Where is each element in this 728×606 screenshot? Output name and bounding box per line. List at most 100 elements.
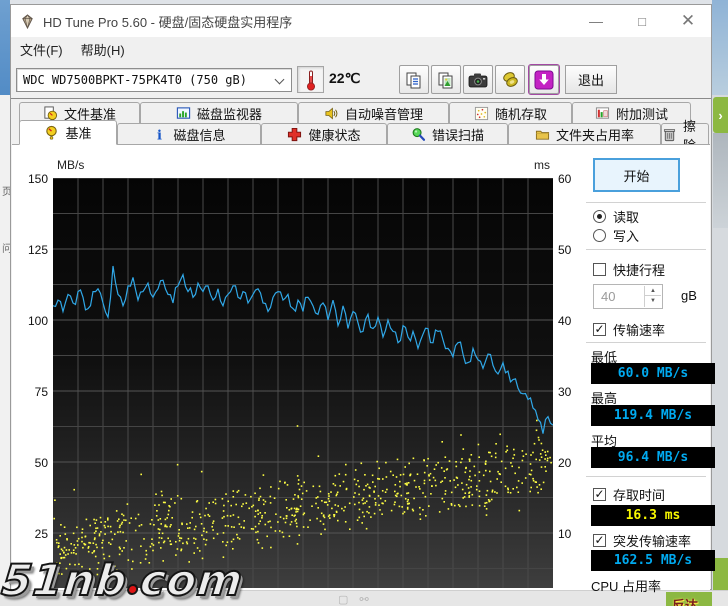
access-time-label: 存取时间 (613, 485, 665, 504)
title-bar[interactable]: HD Tune Pro 5.60 - 硬盘/固态硬盘实用程序 — □ ✕ (11, 5, 711, 37)
exit-button[interactable]: 退出 (565, 65, 617, 94)
tab-random-access[interactable]: 随机存取 (449, 102, 572, 124)
short-stroke-size-value: 40 (601, 289, 615, 304)
access-time-checkbox[interactable]: ✓ (593, 488, 606, 501)
transfer-rate-checkbox[interactable]: ✓ (593, 323, 606, 336)
read-radio[interactable] (593, 210, 606, 223)
left-tick: 125 (16, 243, 48, 257)
panel-divider (586, 202, 706, 203)
burst-rate-checkbox[interactable]: ✓ (593, 534, 606, 547)
read-radio-label: 读取 (613, 207, 639, 226)
magnifier-icon (411, 127, 426, 142)
write-radio-label: 写入 (613, 226, 639, 245)
drive-select-dropdown[interactable]: WDC WD7500BPKT-75PK4T0 (750 gB) (16, 68, 292, 92)
tab-disk-monitor[interactable]: 磁盘监视器 (140, 102, 298, 124)
benchmark-gauge-icon (44, 125, 59, 140)
burst-rate-row[interactable]: ✓ 突发传输速率 (593, 531, 691, 550)
right-tick: 30 (558, 385, 590, 399)
copy-image-icon (437, 71, 455, 89)
tab-label: 磁盘信息 (173, 125, 225, 144)
menu-file[interactable]: 文件(F) (11, 37, 72, 62)
close-button[interactable]: ✕ (665, 5, 711, 37)
watermark-text: 51nb (0, 556, 130, 606)
benchmark-chart (53, 178, 553, 588)
info-icon: i (152, 127, 167, 142)
copy-text-button[interactable] (399, 65, 429, 94)
left-tick: 100 (16, 314, 48, 328)
desktop-wallpaper-corner (712, 0, 728, 95)
toolbar: WDC WD7500BPKT-75PK4T0 (750 gB) 22℃ (11, 62, 711, 98)
read-radio-row[interactable]: 读取 (593, 207, 639, 226)
tab-label: 磁盘监视器 (197, 104, 262, 123)
chevron-right-icon: › (718, 108, 722, 123)
copy-text-icon (405, 71, 423, 89)
short-stroke-label: 快捷行程 (613, 260, 665, 279)
menu-help[interactable]: 帮助(H) (72, 37, 134, 62)
folder-icon (535, 127, 550, 142)
trash-icon (662, 127, 677, 142)
start-button[interactable]: 开始 (593, 158, 680, 192)
tab-erase[interactable]: 擦除 (661, 123, 709, 145)
short-stroke-checkbox[interactable] (593, 263, 606, 276)
short-stroke-size-spinner[interactable]: 40 ▲ ▼ (593, 284, 663, 309)
tab-label: 健康状态 (308, 125, 360, 144)
tab-label: 随机存取 (495, 104, 547, 123)
extra-tests-icon (595, 106, 610, 121)
thermometer-icon (305, 69, 317, 91)
write-radio[interactable] (593, 229, 606, 242)
save-screenshot-button[interactable] (529, 65, 559, 94)
transfer-rate-row[interactable]: ✓ 传输速率 (593, 320, 665, 339)
file-benchmark-icon (43, 106, 58, 121)
tab-extra-tests[interactable]: 附加测试 (572, 102, 691, 124)
background-slide-tab[interactable]: › (713, 97, 728, 133)
tab-disk-info[interactable]: i 磁盘信息 (117, 123, 261, 145)
background-button-text: 反达 (672, 598, 698, 606)
camera-icon (468, 72, 488, 88)
spinner-buttons[interactable]: ▲ ▼ (644, 286, 661, 307)
spinner-up-icon[interactable]: ▲ (645, 286, 661, 296)
maximize-button[interactable]: □ (619, 5, 665, 37)
tab-health[interactable]: 健康状态 (261, 123, 387, 145)
panel-divider (586, 249, 706, 250)
burst-rate-label: 突发传输速率 (613, 531, 691, 550)
chevron-down-icon (275, 75, 285, 85)
burst-rate-value: 162.5 MB/s (591, 550, 715, 571)
tab-aam[interactable]: 自动噪音管理 (298, 102, 449, 124)
options-button[interactable] (495, 65, 525, 94)
options-icon (501, 70, 520, 89)
tab-folder-usage[interactable]: 文件夹占用率 (508, 123, 661, 145)
minimize-button[interactable]: — (573, 5, 619, 37)
tab-benchmark[interactable]: 基准 (19, 120, 117, 145)
left-tick: 25 (16, 527, 48, 541)
background-gray-block (713, 133, 728, 228)
tab-label: 附加测试 (616, 104, 668, 123)
random-access-icon (474, 106, 489, 121)
tab-label: 基准 (65, 123, 91, 142)
spinner-down-icon[interactable]: ▼ (645, 296, 661, 306)
panel-divider (586, 476, 706, 477)
menu-bar: 文件(F) 帮助(H) (11, 37, 711, 62)
tab-label: 文件夹占用率 (556, 125, 634, 144)
disk-monitor-icon (176, 106, 191, 121)
left-axis-unit: MB/s (57, 158, 84, 172)
right-tick: 10 (558, 527, 590, 541)
tab-error-scan[interactable]: 错误扫描 (387, 123, 508, 145)
left-tick: 75 (16, 385, 48, 399)
short-stroke-unit: gB (681, 288, 697, 303)
short-stroke-row[interactable]: 快捷行程 (593, 260, 665, 279)
right-tick: 60 (558, 172, 590, 186)
svg-text:i: i (157, 129, 162, 142)
hdtune-window: HD Tune Pro 5.60 - 硬盘/固态硬盘实用程序 — □ ✕ 文件(… (10, 4, 712, 590)
copy-image-button[interactable] (431, 65, 461, 94)
left-tick: 50 (16, 456, 48, 470)
tab-label: 自动噪音管理 (345, 104, 423, 123)
watermark-dot (127, 584, 139, 595)
transfer-rate-label: 传输速率 (613, 320, 665, 339)
background-green-button: 反达 (666, 592, 712, 606)
write-radio-row[interactable]: 写入 (593, 226, 639, 245)
window-title: HD Tune Pro 5.60 - 硬盘/固态硬盘实用程序 (43, 12, 292, 31)
download-arrow-icon (534, 70, 554, 90)
screenshot-button[interactable] (463, 65, 493, 94)
access-time-row[interactable]: ✓ 存取时间 (593, 485, 665, 504)
right-tick: 50 (558, 243, 590, 257)
